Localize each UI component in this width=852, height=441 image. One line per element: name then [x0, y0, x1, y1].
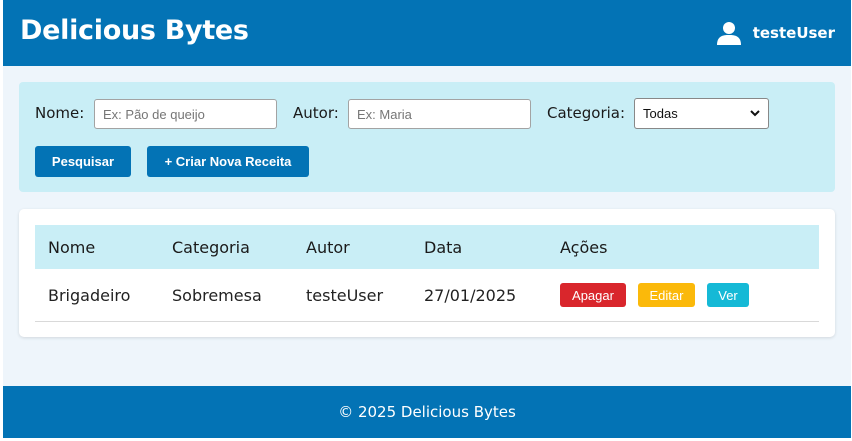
recipes-table-card: Nome Categoria Autor Data Ações Brigadei… [19, 209, 835, 337]
column-header-date: Data [424, 238, 463, 257]
category-label: Categoria: [547, 104, 626, 122]
chevron-down-icon [750, 110, 760, 117]
category-selected-value: Todas [643, 106, 678, 121]
recipe-name-cell: Brigadeiro [48, 286, 131, 305]
user-icon [716, 22, 741, 45]
author-search-input[interactable] [348, 99, 531, 129]
search-button[interactable]: Pesquisar [35, 146, 131, 177]
footer-copyright: © 2025 Delicious Bytes [338, 403, 516, 421]
column-header-category: Categoria [172, 238, 250, 257]
name-search-input[interactable] [94, 99, 277, 129]
delete-button[interactable]: Apagar [560, 283, 626, 307]
view-button[interactable]: Ver [707, 283, 749, 307]
column-header-author: Autor [306, 238, 350, 257]
name-label: Nome: [35, 104, 85, 122]
edit-button[interactable]: Editar [638, 283, 695, 307]
user-menu[interactable]: testeUser [716, 21, 835, 45]
author-label: Autor: [293, 104, 339, 122]
category-select[interactable]: Todas [634, 98, 769, 129]
top-navbar: Delicious Bytes testeUser [3, 0, 851, 66]
recipe-date-cell: 27/01/2025 [424, 286, 517, 305]
table-header: Nome Categoria Autor Data Ações [35, 225, 819, 269]
column-header-name: Nome [48, 238, 96, 257]
recipe-category-cell: Sobremesa [172, 286, 262, 305]
column-header-actions: Ações [560, 238, 608, 257]
footer: © 2025 Delicious Bytes [3, 386, 851, 438]
create-recipe-button[interactable]: + Criar Nova Receita [147, 146, 309, 177]
recipe-author-cell: testeUser [306, 286, 384, 305]
username-label: testeUser [752, 24, 835, 42]
filter-panel: Nome: Autor: Categoria: Todas Pesquisar … [19, 82, 835, 192]
table-row: Brigadeiro Sobremesa testeUser 27/01/202… [35, 269, 819, 322]
brand-title[interactable]: Delicious Bytes [20, 15, 249, 46]
page: Delicious Bytes testeUser Nome: Autor: C… [3, 0, 851, 438]
